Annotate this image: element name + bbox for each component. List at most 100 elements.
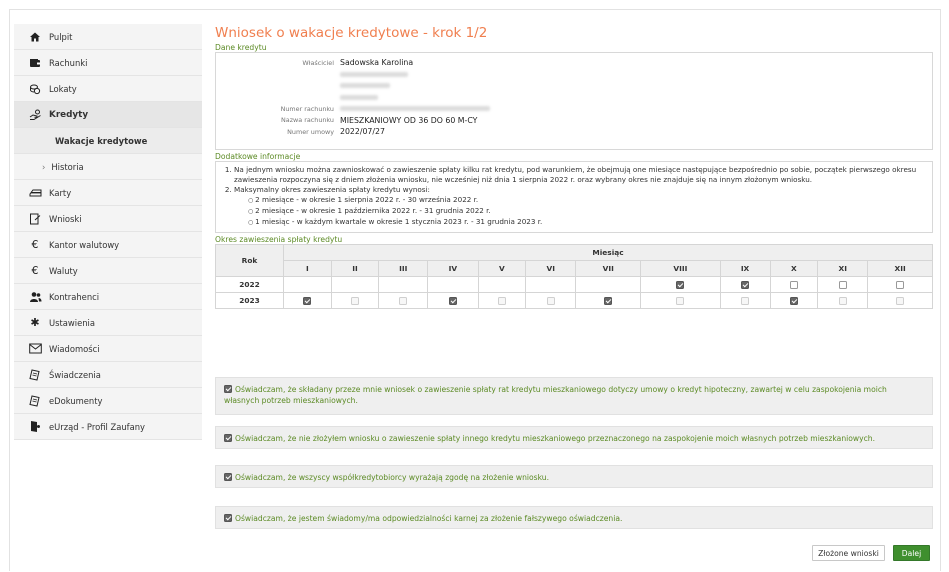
declaration-text: Oświadczam, że składany przeze mnie wnio… <box>224 385 887 405</box>
sidebar-item-lokaty[interactable]: Lokaty <box>14 76 202 102</box>
declaration-checkbox[interactable] <box>224 434 232 442</box>
month-cell <box>575 276 642 293</box>
sidebar-item-edokumenty[interactable]: eDokumenty <box>14 388 202 414</box>
declaration-text: Oświadczam, że nie złożyłem wniosku o za… <box>235 434 876 443</box>
section-label-info: Dodatkowe informacje <box>215 152 301 161</box>
table-row: 2022 <box>215 276 933 293</box>
declaration-text: Oświadczam, że wszyscy współkredytobiorc… <box>235 473 550 482</box>
sidebar-item-waluty[interactable]: € Waluty <box>14 258 202 284</box>
year-header: Rok <box>215 244 284 277</box>
section-label-period: Okres zawieszenia spłaty kredytu <box>215 235 343 244</box>
month-header-cell: VI <box>525 260 577 277</box>
month-cell <box>640 276 721 293</box>
coins-icon <box>28 82 42 96</box>
sidebar-item-kredyty[interactable]: Kredyty <box>14 102 202 128</box>
month-checkbox[interactable] <box>896 281 905 289</box>
sidebar-item-wnioski[interactable]: Wnioski <box>14 206 202 232</box>
month-checkbox[interactable] <box>789 281 798 289</box>
month-header: Miesiąc <box>283 244 933 261</box>
chevron-right-icon: › <box>42 161 46 172</box>
month-cell <box>769 292 819 309</box>
redacted-row <box>216 92 932 104</box>
month-checkbox[interactable] <box>838 281 847 289</box>
declaration-4[interactable]: Oświadczam, że jestem świadomy/ma odpowi… <box>215 506 933 529</box>
month-checkbox[interactable] <box>676 281 685 289</box>
submitted-applications-button[interactable]: Złożone wnioski <box>812 545 885 561</box>
sidebar-item-ustawienia[interactable]: ✱ Ustawienia <box>14 310 202 336</box>
declaration-checkbox[interactable] <box>224 514 232 522</box>
sidebar-item-wiadomosci[interactable]: Wiadomości <box>14 336 202 362</box>
sidebar-item-wakacje-kredytowe[interactable]: Wakacje kredytowe <box>14 128 202 154</box>
sidebar-item-swiadczenia[interactable]: Świadczenia <box>14 362 202 388</box>
info-item-2: Maksymalny okres zawieszenia spłaty kred… <box>234 185 926 228</box>
month-header-cell: VIII <box>640 260 721 277</box>
contract-number-label: Numer umowy <box>287 127 334 136</box>
sidebar-item-label: Kredyty <box>49 109 89 120</box>
sidebar-item-kantor-walutowy[interactable]: € Kantor walutowy <box>14 232 202 258</box>
month-header-cell: V <box>477 260 527 277</box>
sidebar-item-label: Ustawienia <box>49 317 96 328</box>
month-cell <box>867 292 933 309</box>
month-header-cell: IX <box>719 260 771 277</box>
sidebar: Pulpit Rachunki Lokaty Kredyty Wakacje k… <box>14 24 202 440</box>
section-label-loan: Dane kredytu <box>215 43 267 52</box>
month-checkbox <box>896 297 905 305</box>
euro-icon: € <box>31 238 39 251</box>
month-cell <box>817 292 869 309</box>
sidebar-item-kontrahenci[interactable]: Kontrahenci <box>14 284 202 310</box>
sidebar-item-label: Karty <box>49 187 72 198</box>
month-checkbox[interactable] <box>604 297 613 305</box>
sidebar-item-label: Kantor walutowy <box>49 239 120 250</box>
info-subitem: 2 miesiące - w okresie 1 października 20… <box>248 206 926 217</box>
sidebar-item-label: Waluty <box>49 265 78 276</box>
account-name-row: Nazwa rachunku MIESZKANIOWY OD 36 DO 60 … <box>216 115 932 127</box>
home-icon <box>28 30 42 44</box>
declaration-checkbox[interactable] <box>224 385 232 393</box>
users-icon <box>28 290 42 304</box>
next-button[interactable]: Dalej <box>893 545 930 561</box>
month-cell <box>769 276 819 293</box>
month-checkbox[interactable] <box>448 297 457 305</box>
redacted-row <box>216 80 932 92</box>
sidebar-item-label: Kontrahenci <box>49 291 100 302</box>
period-table: Rok Miesiąc I II III IV V VI VII VIII IX X XI XII 2… <box>215 244 933 309</box>
month-cell <box>719 276 771 293</box>
year-cell: 2023 <box>215 292 284 309</box>
declaration-2[interactable]: Oświadczam, że nie złożyłem wniosku o za… <box>215 426 933 449</box>
month-checkbox[interactable] <box>741 281 750 289</box>
month-checkbox <box>399 297 408 305</box>
wallet-icon <box>28 56 42 70</box>
month-checkbox <box>350 297 359 305</box>
redacted-row <box>216 69 932 81</box>
month-cell <box>817 276 869 293</box>
month-checkbox[interactable] <box>789 297 798 305</box>
mail-icon <box>28 342 42 356</box>
sidebar-item-pulpit[interactable]: Pulpit <box>14 24 202 50</box>
sidebar-item-rachunki[interactable]: Rachunki <box>14 50 202 76</box>
month-checkbox[interactable] <box>303 297 312 305</box>
sidebar-item-label: Wnioski <box>49 213 82 224</box>
document-icon <box>28 394 42 408</box>
sidebar-item-eurzad[interactable]: eUrząd - Profil Zaufany <box>14 414 202 440</box>
sidebar-item-karty[interactable]: Karty <box>14 180 202 206</box>
owner-label: Właściciel <box>302 58 334 67</box>
sidebar-item-historia[interactable]: › Historia <box>14 154 202 180</box>
id-icon <box>28 420 42 434</box>
month-cell <box>719 292 771 309</box>
month-cell <box>477 276 527 293</box>
main-content: Wniosek o wakacje kredytowe - krok 1/2 D… <box>215 24 933 529</box>
month-cell <box>427 276 479 293</box>
declaration-1[interactable]: Oświadczam, że składany przeze mnie wnio… <box>215 377 933 415</box>
declaration-checkbox[interactable] <box>224 473 232 481</box>
sidebar-item-label: Pulpit <box>49 31 73 42</box>
declaration-3[interactable]: Oświadczam, że wszyscy współkredytobiorc… <box>215 465 933 488</box>
sidebar-item-label: Lokaty <box>49 83 77 94</box>
page-title: Wniosek o wakacje kredytowe - krok 1/2 <box>215 25 488 41</box>
account-number-row: Numer rachunku <box>216 103 932 115</box>
sidebar-item-label: Rachunki <box>49 57 88 68</box>
owner-value: Sadowska Karolina <box>340 58 414 68</box>
table-row: 2023 <box>215 292 933 309</box>
month-cell <box>477 292 527 309</box>
month-cell <box>640 292 721 309</box>
gear-icon: ✱ <box>30 316 40 329</box>
